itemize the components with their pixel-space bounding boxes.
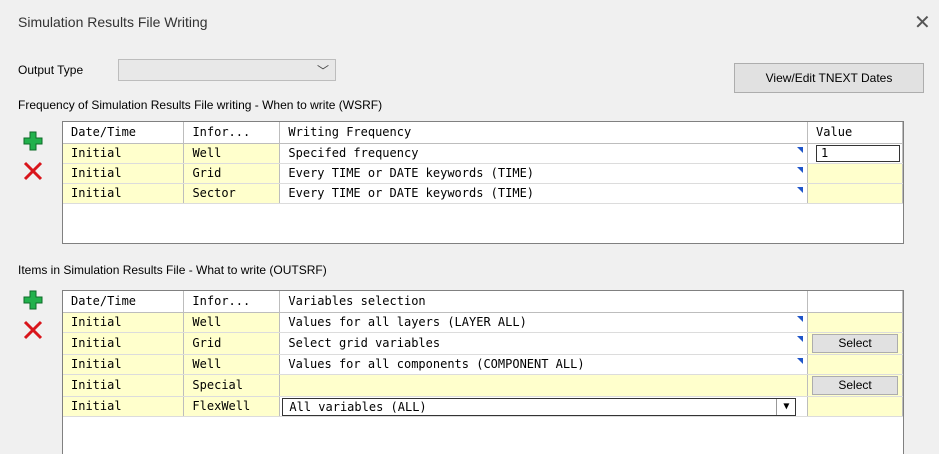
table-row[interactable]: Initial Well Values for all components (… bbox=[63, 354, 903, 375]
table-row[interactable]: Initial Grid Every TIME or DATE keywords… bbox=[63, 163, 903, 184]
dropdown-marker-icon bbox=[797, 315, 804, 322]
date-time-cell[interactable]: Initial bbox=[63, 396, 185, 417]
column-header[interactable]: Infor... bbox=[183, 291, 281, 313]
variables-selection-cell[interactable]: Values for all layers (LAYER ALL) bbox=[279, 312, 809, 333]
x-icon bbox=[23, 161, 43, 181]
column-header[interactable]: Value bbox=[807, 122, 903, 144]
add-wsrf-button[interactable] bbox=[22, 130, 44, 152]
column-header[interactable]: Date/Time bbox=[63, 291, 185, 313]
action-cell bbox=[807, 312, 903, 333]
date-time-cell[interactable]: Initial bbox=[63, 332, 185, 355]
variables-selection-text: Select grid variables bbox=[288, 336, 441, 350]
wsrf-grid: Date/Time Infor... Writing Frequency Val… bbox=[62, 121, 904, 244]
close-icon[interactable]: ✕ bbox=[914, 10, 931, 35]
variables-selection-text: Values for all components (COMPONENT ALL… bbox=[288, 357, 585, 371]
variables-selection-cell[interactable] bbox=[279, 374, 809, 397]
title-bar: Simulation Results File Writing ✕ bbox=[0, 0, 939, 44]
info-cell[interactable]: Well bbox=[183, 312, 281, 333]
output-type-label: Output Type bbox=[18, 63, 84, 77]
wsrf-section-label: Frequency of Simulation Results File wri… bbox=[18, 98, 383, 112]
table-row[interactable]: Initial Well Values for all layers (LAYE… bbox=[63, 312, 903, 333]
action-cell bbox=[807, 396, 903, 417]
output-type-select[interactable]: ﹀ bbox=[118, 59, 336, 81]
info-cell[interactable]: FlexWell bbox=[183, 396, 281, 417]
date-time-cell[interactable]: Initial bbox=[63, 354, 185, 375]
action-cell bbox=[807, 354, 903, 375]
variables-dropdown[interactable]: All variables (ALL) ▼ bbox=[282, 397, 797, 415]
writing-frequency-cell[interactable]: Specifed frequency bbox=[279, 143, 809, 164]
variables-selection-text: Values for all layers (LAYER ALL) bbox=[288, 315, 527, 329]
outsrf-table: Date/Time Infor... Variables selection I… bbox=[63, 291, 903, 417]
info-cell[interactable]: Well bbox=[183, 354, 281, 375]
value-cell[interactable] bbox=[807, 163, 903, 184]
writing-frequency-text: Specifed frequency bbox=[288, 146, 419, 160]
variables-selection-cell[interactable]: Values for all components (COMPONENT ALL… bbox=[279, 354, 809, 375]
table-row[interactable]: Initial Sector Every TIME or DATE keywor… bbox=[63, 183, 903, 204]
x-icon bbox=[23, 320, 43, 340]
wsrf-table: Date/Time Infor... Writing Frequency Val… bbox=[63, 122, 903, 204]
table-row[interactable]: Initial FlexWell All variables (ALL) ▼ bbox=[63, 396, 903, 417]
table-row[interactable]: Initial Well Specifed frequency 1 bbox=[63, 143, 903, 164]
wsrf-header-row: Date/Time Infor... Writing Frequency Val… bbox=[63, 122, 903, 144]
view-edit-tnext-dates-button[interactable]: View/Edit TNEXT Dates bbox=[734, 63, 924, 93]
chevron-down-icon: ﹀ bbox=[316, 64, 329, 78]
column-header[interactable] bbox=[807, 291, 903, 313]
info-cell[interactable]: Sector bbox=[183, 183, 281, 204]
info-cell[interactable]: Special bbox=[183, 374, 281, 397]
info-cell[interactable]: Well bbox=[183, 143, 281, 164]
info-cell[interactable]: Grid bbox=[183, 163, 281, 184]
variables-dropdown-value: All variables (ALL) bbox=[289, 399, 427, 414]
writing-frequency-text: Every TIME or DATE keywords (TIME) bbox=[288, 186, 535, 200]
dropdown-marker-icon bbox=[797, 166, 804, 173]
add-outsrf-button[interactable] bbox=[22, 289, 44, 311]
value-input[interactable]: 1 bbox=[816, 144, 901, 162]
outsrf-header-row: Date/Time Infor... Variables selection bbox=[63, 291, 903, 313]
dropdown-marker-icon bbox=[797, 146, 804, 153]
delete-wsrf-button[interactable] bbox=[22, 160, 44, 182]
outsrf-grid: Date/Time Infor... Variables selection I… bbox=[62, 290, 904, 454]
plus-icon bbox=[23, 290, 43, 310]
date-time-cell[interactable]: Initial bbox=[63, 143, 185, 164]
select-grid-variables-button[interactable]: Select bbox=[812, 333, 898, 353]
writing-frequency-cell[interactable]: Every TIME or DATE keywords (TIME) bbox=[279, 183, 809, 204]
table-row[interactable]: Initial Grid Select grid variables Selec… bbox=[63, 332, 903, 355]
delete-outsrf-button[interactable] bbox=[22, 319, 44, 341]
column-header[interactable]: Variables selection bbox=[279, 291, 809, 313]
writing-frequency-cell[interactable]: Every TIME or DATE keywords (TIME) bbox=[279, 163, 809, 184]
value-cell[interactable] bbox=[807, 183, 903, 204]
date-time-cell[interactable]: Initial bbox=[63, 312, 185, 333]
action-cell: Select bbox=[807, 374, 903, 397]
date-time-cell[interactable]: Initial bbox=[63, 183, 185, 204]
window-title: Simulation Results File Writing bbox=[18, 14, 208, 30]
date-time-cell[interactable]: Initial bbox=[63, 163, 185, 184]
info-cell[interactable]: Grid bbox=[183, 332, 281, 355]
table-row[interactable]: Initial Special Select bbox=[63, 374, 903, 397]
writing-frequency-text: Every TIME or DATE keywords (TIME) bbox=[288, 166, 535, 180]
action-cell: Select bbox=[807, 332, 903, 355]
outsrf-section-label: Items in Simulation Results File - What … bbox=[18, 263, 327, 277]
date-time-cell[interactable]: Initial bbox=[63, 374, 185, 397]
column-header[interactable]: Infor... bbox=[183, 122, 281, 144]
column-header[interactable]: Writing Frequency bbox=[279, 122, 809, 144]
plus-icon bbox=[23, 131, 43, 151]
variables-selection-cell[interactable]: Select grid variables bbox=[279, 332, 809, 355]
value-cell[interactable]: 1 bbox=[807, 143, 903, 164]
dropdown-marker-icon bbox=[797, 186, 804, 193]
select-special-button[interactable]: Select bbox=[812, 375, 898, 395]
variables-selection-cell[interactable]: All variables (ALL) ▼ bbox=[279, 396, 809, 417]
column-header[interactable]: Date/Time bbox=[63, 122, 185, 144]
dropdown-marker-icon bbox=[797, 335, 804, 342]
dropdown-marker-icon bbox=[797, 357, 804, 364]
dropdown-arrow-icon[interactable]: ▼ bbox=[776, 398, 795, 415]
